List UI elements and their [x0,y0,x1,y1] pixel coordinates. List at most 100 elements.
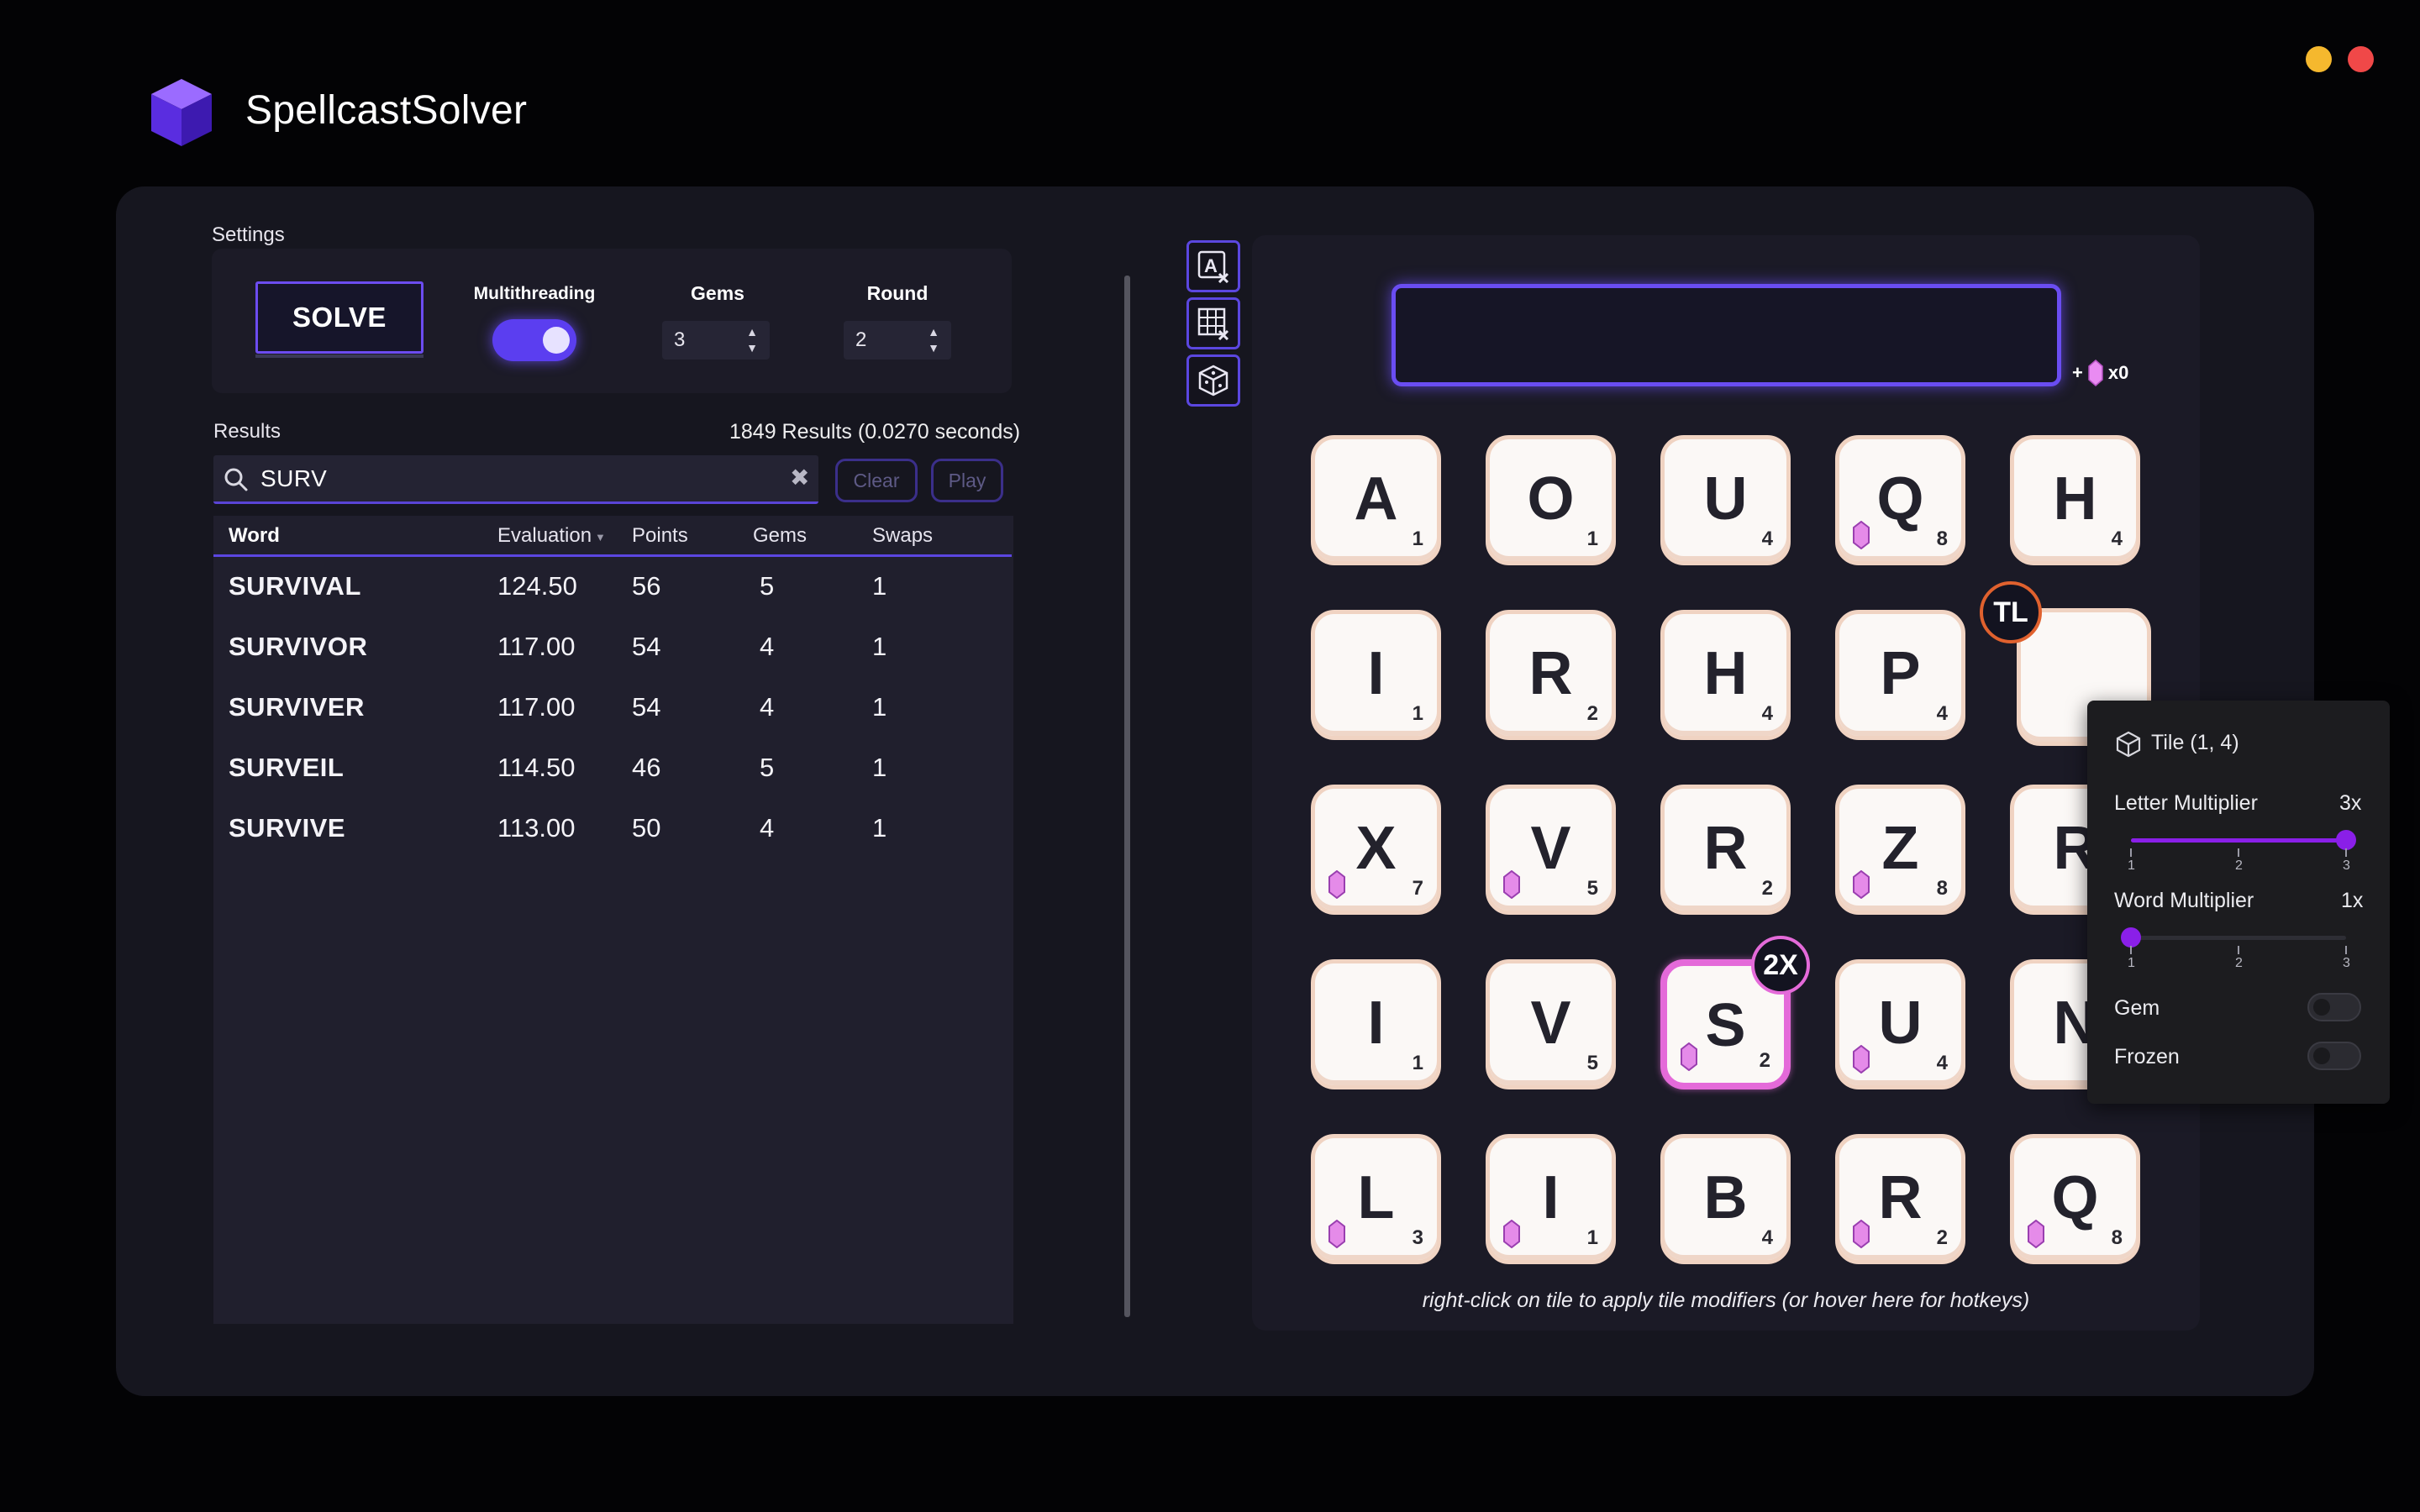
results-count: 1849 Results (0.0270 seconds) [729,420,1021,444]
cell-swaps: 1 [872,753,887,782]
toggle-knob [2313,1047,2330,1064]
slider-tick-label: 2 [2235,858,2243,873]
slider-tick-label: 3 [2343,858,2350,873]
cell-evaluation: 117.00 [497,632,576,661]
word-multiplier-slider-track[interactable] [2131,936,2346,940]
cell-word: SURVIVOR [229,632,368,661]
tile-letter: B [1703,1164,1748,1231]
play-button[interactable]: Play [931,459,1003,502]
gem-icon [1853,870,1870,899]
tile-points: 5 [1586,877,1598,900]
tile-points: 8 [1936,877,1948,900]
tile-0-0[interactable]: A1 [1311,435,1441,565]
tile-4-0[interactable]: L3 [1311,1134,1441,1264]
cell-gems: 5 [760,571,775,601]
double-word-badge: 2X [1751,936,1810,995]
letter-multiplier-value: 3x [2339,791,2362,815]
tile-4-4[interactable]: Q8 [2010,1134,2140,1264]
word-multiplier-slider-thumb[interactable] [2121,927,2141,948]
round-stepper[interactable]: 2 ▲ ▼ [844,321,951,360]
gem-icon [1853,1220,1870,1248]
tile-letter: U [1703,465,1748,533]
cell-points: 54 [632,692,661,722]
tile-1-2[interactable]: H4 [1660,610,1791,740]
tile-3-0[interactable]: I1 [1311,959,1441,1089]
tile-2-0[interactable]: X7 [1311,785,1441,915]
tile-points: 2 [1761,877,1773,900]
column-header-evaluation[interactable]: Evaluation [497,524,592,548]
random-board-button[interactable] [1186,354,1240,407]
gem-icon [2028,1220,2044,1248]
tile-3-3[interactable]: U4 [1835,959,1965,1089]
cell-evaluation: 113.00 [497,813,576,843]
tile-2-1[interactable]: V5 [1486,785,1616,915]
cell-points: 46 [632,753,661,782]
tile-1-0[interactable]: I1 [1311,610,1441,740]
word-multiplier-label: Word Multiplier [2114,889,2254,912]
tile-letter: O [1527,465,1575,533]
tile-0-4[interactable]: H4 [2010,435,2140,565]
tile-1-1[interactable]: R2 [1486,610,1616,740]
slider-tick [2238,946,2239,954]
results-label: Results [213,420,281,443]
multithreading-toggle[interactable] [492,319,576,361]
letter-multiplier-slider-thumb[interactable] [2336,830,2356,850]
gem-count-value: x0 [2107,362,2129,383]
tile-1-3[interactable]: P4 [1835,610,1965,740]
dice-icon [1198,365,1228,396]
tile-points: 1 [1586,528,1598,550]
gem-prefix: + [2072,362,2083,383]
column-header-word[interactable]: Word [229,524,280,548]
tile-4-2[interactable]: B4 [1660,1134,1791,1264]
tile-letter: A [1354,465,1398,533]
minimize-button[interactable] [2306,46,2332,72]
gem-icon [1853,1045,1870,1074]
close-button[interactable] [2348,46,2374,72]
tile-4-1[interactable]: I1 [1486,1134,1616,1264]
clear-search-icon[interactable]: ✖ [790,464,809,491]
gems-label: Gems [691,282,744,304]
panel-splitter[interactable] [1124,276,1130,1317]
frozen-toggle[interactable] [2307,1042,2361,1070]
tile-points: 5 [1586,1052,1598,1074]
stepper-arrows-icon[interactable]: ▲ ▼ [746,324,758,356]
solve-button[interactable]: SOLVE [255,281,424,354]
cell-swaps: 1 [872,813,887,843]
tile-2-2[interactable]: R2 [1660,785,1791,915]
cell-evaluation: 114.50 [497,753,576,782]
clear-letters-button[interactable]: A [1186,240,1240,292]
column-header-gems[interactable]: Gems [753,524,807,548]
tile-0-2[interactable]: U4 [1660,435,1791,565]
cell-swaps: 1 [872,692,887,722]
multithreading-label: Multithreading [473,284,596,303]
tile-0-1[interactable]: O1 [1486,435,1616,565]
tile-points: 1 [1412,702,1423,725]
clear-grid-icon [1197,307,1229,340]
gem-toggle[interactable] [2307,993,2361,1021]
gem-icon [1853,521,1870,549]
gem-toggle-label: Gem [2114,996,2160,1020]
cell-points: 54 [632,632,661,661]
cell-points: 50 [632,813,661,843]
gem-icon [1503,1220,1520,1248]
gems-value: 3 [674,328,686,351]
tile-2-3[interactable]: Z8 [1835,785,1965,915]
tile-3-1[interactable]: V5 [1486,959,1616,1089]
stepper-arrows-icon[interactable]: ▲ ▼ [928,324,939,356]
slider-tick [2345,946,2347,954]
gems-stepper[interactable]: 3 ▲ ▼ [662,321,770,360]
slider-tick [2130,946,2132,954]
clear-grid-button[interactable] [1186,297,1240,349]
tile-0-3[interactable]: Q8 [1835,435,1965,565]
clear-button[interactable]: Clear [835,459,918,502]
column-header-points[interactable]: Points [632,524,688,548]
cell-gems: 4 [760,632,775,661]
triple-letter-badge: TL [1980,581,2042,643]
hotkeys-hint[interactable]: right-click on tile to apply tile modifi… [1252,1289,2200,1313]
tile-4-3[interactable]: R2 [1835,1134,1965,1264]
tile-points: 2 [1586,702,1598,725]
tile-points: 4 [2111,528,2123,550]
tile-points: 4 [1761,528,1773,550]
column-header-swaps[interactable]: Swaps [872,524,933,548]
gem-icon [1328,870,1345,899]
